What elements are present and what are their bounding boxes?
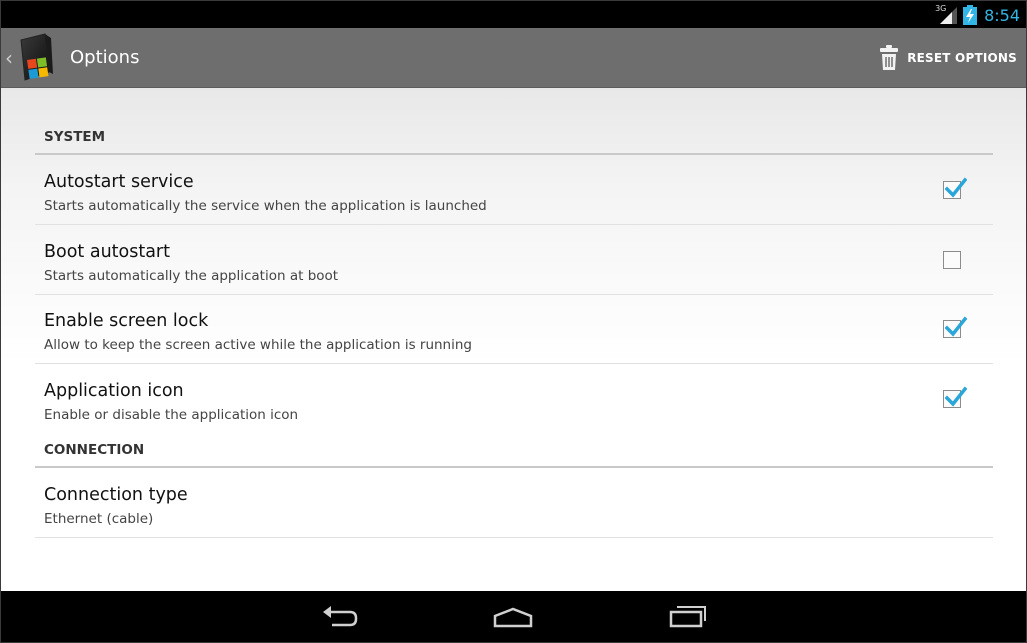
preferences-list: SYSTEM Autostart service Starts automati… — [1, 88, 1026, 591]
pref-autostart-service[interactable]: Autostart service Starts automatically t… — [35, 156, 993, 225]
pref-application-icon[interactable]: Application icon Enable or disable the a… — [35, 365, 993, 434]
back-icon — [323, 606, 358, 627]
home-icon — [493, 607, 533, 628]
checkmark-icon — [945, 177, 967, 198]
reset-options-label: RESET OPTIONS — [907, 51, 1017, 65]
section-header-system: SYSTEM — [35, 125, 993, 155]
signal-icon: 3G — [935, 4, 958, 25]
recents-button[interactable] — [666, 603, 710, 631]
section-title: SYSTEM — [44, 129, 106, 145]
checkmark-icon — [945, 316, 967, 337]
pref-summary: Ethernet (cable) — [44, 511, 154, 527]
boot-autostart-checkbox[interactable] — [943, 251, 961, 269]
pref-title: Enable screen lock — [44, 311, 209, 331]
pref-title: Autostart service — [44, 172, 194, 192]
pref-summary: Allow to keep the screen active while th… — [44, 337, 472, 353]
checkmark-icon — [945, 386, 967, 407]
network-type-label: 3G — [935, 4, 947, 13]
pref-enable-screen-lock[interactable]: Enable screen lock Allow to keep the scr… — [35, 295, 993, 364]
battery-charging-icon — [963, 5, 978, 25]
pref-summary: Enable or disable the application icon — [44, 407, 299, 423]
page-title: Options — [70, 47, 140, 68]
enable-screen-lock-checkbox[interactable] — [943, 316, 967, 338]
trash-icon — [880, 45, 899, 70]
navigation-bar — [1, 591, 1026, 642]
pref-title: Application icon — [44, 381, 184, 401]
application-icon-checkbox[interactable] — [943, 386, 967, 408]
pref-title: Connection type — [44, 485, 188, 505]
back-button[interactable] — [318, 603, 362, 631]
section-title: CONNECTION — [44, 442, 145, 458]
reset-options-button[interactable]: RESET OPTIONS — [880, 42, 1017, 74]
section-header-connection: CONNECTION — [35, 438, 993, 468]
pref-title: Boot autostart — [44, 242, 170, 262]
status-bar: 3G 8:54 — [1, 1, 1026, 28]
pref-summary: Starts automatically the application at … — [44, 268, 339, 284]
home-button[interactable] — [491, 603, 535, 631]
action-bar: ‹ Options RESET OPTIONS — [1, 28, 1026, 88]
pref-summary: Starts automatically the service when th… — [44, 198, 487, 214]
pref-boot-autostart[interactable]: Boot autostart Starts automatically the … — [35, 226, 993, 295]
autostart-service-checkbox[interactable] — [943, 177, 967, 199]
app-logo-icon[interactable] — [15, 32, 67, 84]
status-clock: 8:54 — [984, 5, 1020, 25]
recents-icon — [669, 606, 706, 628]
status-icons: 3G 8:54 — [935, 4, 1020, 26]
pref-connection-type[interactable]: Connection type Ethernet (cable) — [35, 469, 993, 538]
chevron-left-icon[interactable]: ‹ — [5, 46, 13, 70]
